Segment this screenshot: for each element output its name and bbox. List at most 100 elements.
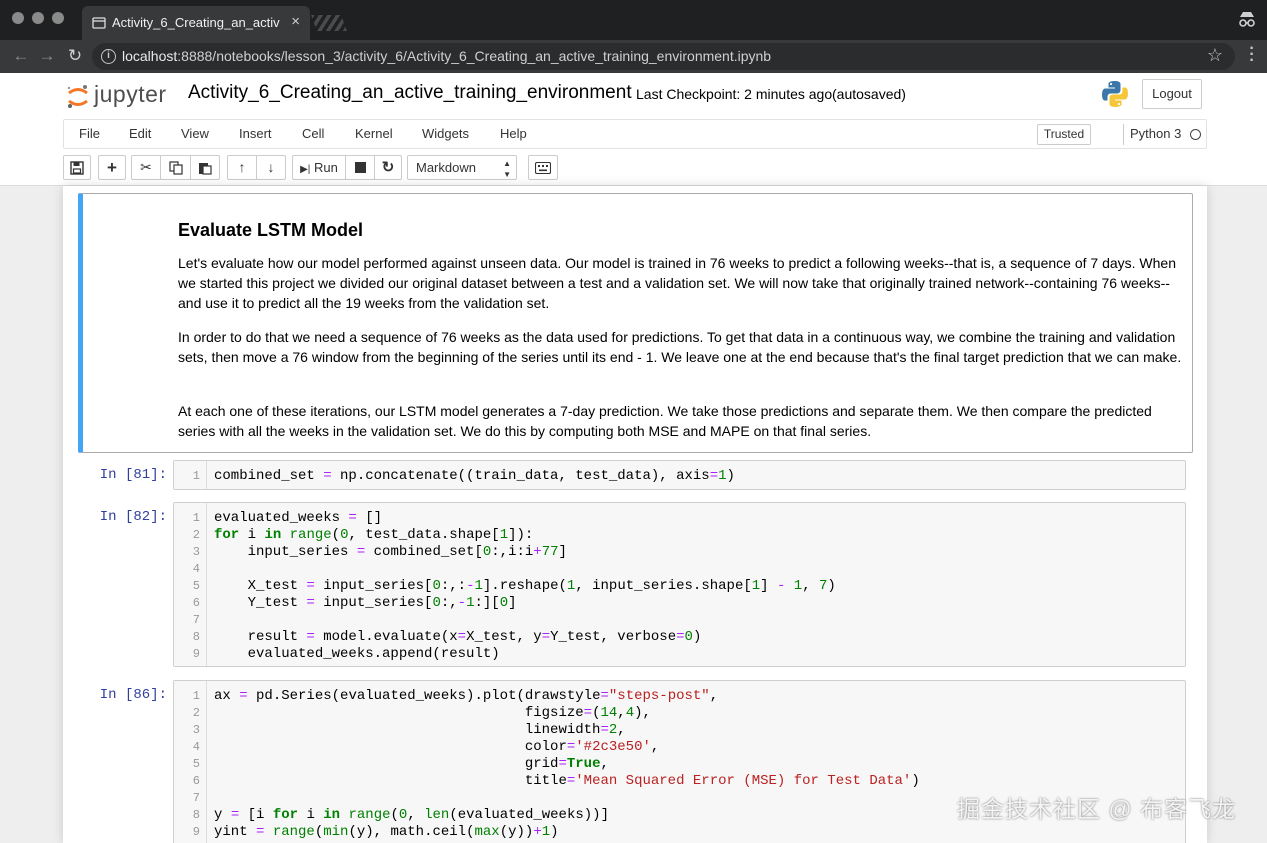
copy-button[interactable] [160,155,191,180]
new-tab-button[interactable] [311,15,347,31]
menu-file[interactable]: File [79,126,100,141]
markdown-paragraph-3: At each one of these iterations, our LST… [178,403,1152,439]
line-number: 1 [192,511,200,525]
address-bar[interactable]: i localhost:8888/notebooks/lesson_3/acti… [92,43,1235,70]
code-line[interactable]: figsize=(14,4), [214,705,651,721]
notebook-title[interactable]: Activity_6_Creating_an_active_training_e… [188,82,632,104]
watermark: 掘金技术社区 @ 布客飞龙 [957,796,1237,822]
line-number: 9 [192,647,200,661]
python-logo-icon [1102,81,1128,107]
back-arrow-icon[interactable]: ← [10,45,32,67]
code-line[interactable]: input_series = combined_set[0:,i:i+77] [214,544,567,560]
line-number-gutter: 1 [174,461,207,489]
run-label: Run [314,160,338,175]
plus-icon: + [107,158,117,177]
line-number: 8 [192,630,200,644]
jupyter-logo[interactable]: jupyter [66,81,176,111]
save-button[interactable] [63,155,91,180]
line-number: 6 [192,596,200,610]
window-close-button[interactable] [12,12,24,24]
code-line[interactable]: yint = range(min(y), math.ceil(max(y))+1… [214,824,559,840]
kernel-name[interactable]: Python 3 [1130,126,1181,141]
jupyter-header: jupyter Activity_6_Creating_an_active_tr… [0,73,1267,186]
cell-prompt-86: In [86]: [99,687,167,703]
interrupt-button[interactable] [345,155,375,180]
incognito-icon[interactable] [1237,10,1257,28]
checkpoint-status: Last Checkpoint: 2 minutes ago [636,86,833,102]
cut-button[interactable]: ✂ [131,155,161,180]
copy-icon [168,161,183,175]
arrow-up-icon: ↑ [238,159,246,175]
jupyter-favicon-icon [92,17,106,29]
paste-button[interactable] [190,155,220,180]
line-number: 4 [192,740,200,754]
code-line[interactable]: linewidth=2, [214,722,626,738]
browser-tab[interactable]: Activity_6_Creating_an_active_training_e… [82,6,310,40]
code-cell-81[interactable]: 1 combined_set = np.concatenate((train_d… [173,460,1186,490]
tab-close-icon[interactable]: × [291,13,300,30]
jupyter-logo-text: jupyter [94,81,167,107]
code-line[interactable]: evaluated_weeks = [] [214,510,382,526]
code-line[interactable]: color='#2c3e50', [214,739,659,755]
code-line[interactable]: combined_set = np.concatenate((train_dat… [214,468,735,484]
line-number: 2 [192,706,200,720]
line-number: 9 [192,825,200,839]
paste-icon [199,163,212,175]
save-icon [70,161,84,175]
browser-title-bar: Activity_6_Creating_an_active_training_e… [0,0,1267,40]
menu-cell[interactable]: Cell [302,126,324,141]
command-palette-button[interactable] [528,155,558,180]
select-arrows-icon: ▲ ▼ [503,159,511,179]
reload-icon[interactable]: ↻ [64,45,86,67]
notebook-menubar: File Edit View Insert Cell Kernel Widget… [63,119,1207,149]
move-up-button[interactable]: ↑ [227,155,257,180]
kernel-idle-indicator-icon [1190,129,1201,140]
line-number: 1 [192,469,200,483]
notebook-area: Evaluate LSTM Model Let's evaluate how o… [0,186,1267,843]
jupyter-logo-icon [67,85,88,108]
restart-icon: ↻ [381,159,395,176]
notebook-page: Evaluate LSTM Model Let's evaluate how o… [63,186,1207,843]
window-zoom-button[interactable] [52,12,64,24]
code-line[interactable]: title='Mean Squared Error (MSE) for Test… [214,773,920,789]
cut-icon: ✂ [140,159,152,175]
menu-view[interactable]: View [181,126,209,141]
logout-button[interactable]: Logout [1142,79,1202,109]
trusted-indicator[interactable]: Trusted [1037,124,1091,145]
browser-toolbar: ← → ↻ i localhost:8888/notebooks/lesson_… [0,40,1267,73]
browser-menu-icon[interactable]: · · · [1249,41,1255,69]
code-line[interactable]: evaluated_weeks.append(result) [214,646,500,662]
arrow-down-icon: ↓ [267,159,275,175]
code-line[interactable]: grid=True, [214,756,609,772]
window-minimize-button[interactable] [32,12,44,24]
kernel-separator [1123,124,1124,145]
run-icon: ▶| [300,164,311,175]
code-line[interactable]: result = model.evaluate(x=X_test, y=Y_te… [214,629,702,645]
forward-arrow-icon[interactable]: → [36,45,58,67]
code-line[interactable]: X_test = input_series[0:,:-1].reshape(1,… [214,578,836,594]
run-button[interactable]: ▶| Run [292,155,346,180]
restart-kernel-button[interactable]: ↻ [374,155,402,180]
code-line[interactable]: Y_test = input_series[0:,-1:][0] [214,595,517,611]
menu-widgets[interactable]: Widgets [422,126,469,141]
line-number: 4 [192,562,200,576]
move-down-button[interactable]: ↓ [256,155,286,180]
menu-edit[interactable]: Edit [129,126,151,141]
bookmark-star-icon[interactable]: ☆ [1207,45,1223,66]
code-cell-82[interactable]: 1 2 3 4 5 6 7 8 9 evaluated_weeks = [] for i in r… [173,502,1186,667]
info-icon[interactable]: i [101,49,116,64]
code-line[interactable]: for i in range(0, test_data.shape[1]): [214,527,533,543]
code-line[interactable]: y = [i for i in range(0, len(evaluated_w… [214,807,609,823]
menu-insert[interactable]: Insert [239,126,272,141]
url-text[interactable]: localhost:8888/notebooks/lesson_3/activi… [122,48,771,64]
markdown-cell-selected[interactable]: Evaluate LSTM Model Let's evaluate how o… [78,193,1193,453]
markdown-heading: Evaluate LSTM Model [178,220,364,240]
menu-help[interactable]: Help [500,126,527,141]
markdown-paragraph-1: Let's evaluate how our model performed a… [178,255,1177,311]
code-line[interactable]: ax = pd.Series(evaluated_weeks).plot(dra… [214,688,718,704]
insert-cell-button[interactable]: + [98,155,126,180]
cell-type-select[interactable]: Markdown ▲ ▼ [407,155,517,180]
autosave-status: (autosaved) [832,86,906,102]
menu-kernel[interactable]: Kernel [355,126,393,141]
keyboard-icon [534,161,552,175]
